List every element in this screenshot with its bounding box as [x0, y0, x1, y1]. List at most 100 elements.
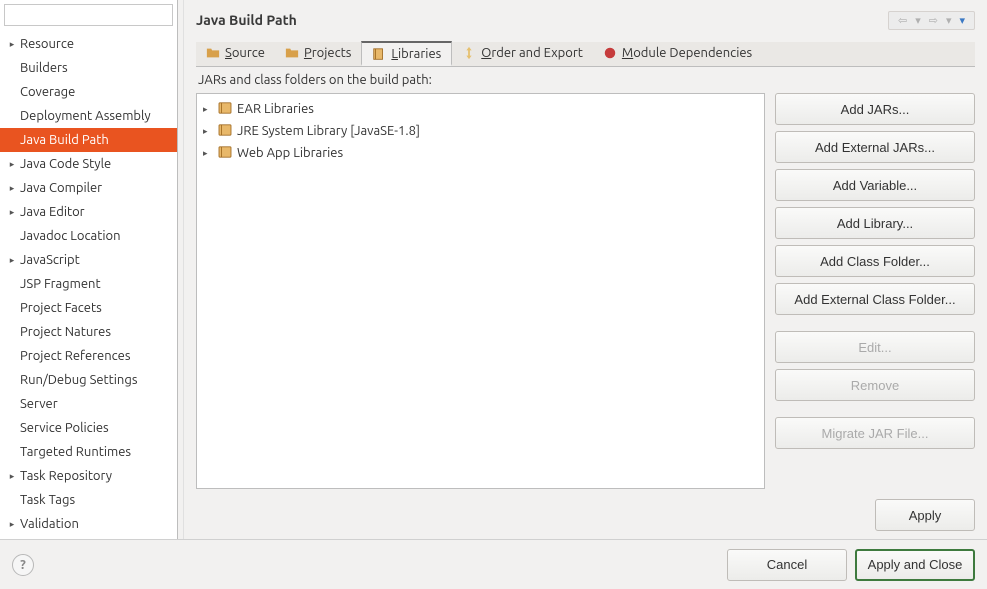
library-item[interactable]: ▸ EAR Libraries [199, 98, 762, 120]
expand-arrow-icon[interactable]: ▸ [6, 471, 18, 482]
sidebar-item-validation[interactable]: ▸Validation [0, 512, 177, 536]
sidebar-item-label: Deployment Assembly [20, 109, 151, 123]
sidebar-item-project-natures[interactable]: Project Natures [0, 320, 177, 344]
expand-arrow-icon[interactable]: ▸ [6, 183, 18, 194]
libraries-tree[interactable]: ▸ EAR Libraries ▸JRE System Library [JavaS… [196, 93, 765, 489]
sidebar-item-label: Run/Debug Settings [20, 373, 137, 387]
sidebar-item-label: Validation [20, 517, 79, 531]
expand-arrow-icon[interactable]: ▸ [6, 207, 18, 218]
sidebar-item-label: Task Tags [20, 493, 75, 507]
sidebar-item-targeted-runtimes[interactable]: Targeted Runtimes [0, 440, 177, 464]
sidebar-item-label: Server [20, 397, 58, 411]
sidebar-item-label: Java Build Path [20, 133, 109, 147]
sidebar-item-service-policies[interactable]: Service Policies [0, 416, 177, 440]
sidebar-item-label: Builders [20, 61, 68, 75]
button-column: Add JARs... Add External JARs... Add Var… [775, 93, 975, 489]
expand-arrow-icon[interactable]: ▸ [203, 126, 213, 137]
library-icon [217, 146, 233, 161]
apply-button[interactable]: Apply [875, 499, 975, 531]
add-external-class-folder-button[interactable]: Add External Class Folder... [775, 283, 975, 315]
sidebar-item-resource[interactable]: ▸Resource [0, 32, 177, 56]
sidebar-item-builders[interactable]: Builders [0, 56, 177, 80]
back-icon[interactable]: ⇦ [895, 14, 910, 27]
main-area: Java Build Path ⇦ ▾ ⇨ ▾ ▾ Source Projects… [184, 0, 987, 539]
add-variable-button[interactable]: Add Variable... [775, 169, 975, 201]
sidebar-item-label: Project References [20, 349, 130, 363]
library-label: Web App Libraries [237, 146, 343, 160]
preference-tree[interactable]: ▸ResourceBuildersCoverageDeployment Asse… [0, 30, 177, 539]
expand-arrow-icon[interactable]: ▸ [6, 39, 18, 50]
red-icon [603, 46, 617, 60]
arrows-icon [462, 46, 476, 60]
tab-bar: Source Projects Libraries Order and Export M… [196, 42, 975, 67]
sidebar-item-label: JSP Fragment [20, 277, 101, 291]
tab-label: Order and Export [481, 46, 583, 60]
tab-label: Libraries [391, 47, 441, 61]
sidebar-item-label: Targeted Runtimes [20, 445, 131, 459]
sidebar-item-label: Java Compiler [20, 181, 102, 195]
expand-arrow-icon[interactable]: ▸ [6, 519, 18, 530]
sidebar-item-label: Javadoc Location [20, 229, 121, 243]
sidebar-item-task-tags[interactable]: Task Tags [0, 488, 177, 512]
expand-arrow-icon[interactable]: ▸ [6, 159, 18, 170]
tab-label: Source [225, 46, 265, 60]
tab-projects[interactable]: Projects [275, 42, 361, 66]
sidebar-item-server[interactable]: Server [0, 392, 177, 416]
sidebar-item-label: Service Policies [20, 421, 109, 435]
sidebar-item-label: Resource [20, 37, 74, 51]
page-title: Java Build Path [196, 12, 888, 28]
add-library-button[interactable]: Add Library... [775, 207, 975, 239]
sidebar-item-javascript[interactable]: ▸JavaScript [0, 248, 177, 272]
forward-menu-icon[interactable]: ▾ [943, 14, 955, 27]
sidebar-item-jsp-fragment[interactable]: JSP Fragment [0, 272, 177, 296]
sidebar-item-java-build-path[interactable]: Java Build Path [0, 128, 177, 152]
sidebar-item-project-references[interactable]: Project References [0, 344, 177, 368]
sidebar-item-label: Project Facets [20, 301, 102, 315]
expand-arrow-icon[interactable]: ▸ [6, 255, 18, 266]
remove-button[interactable]: Remove [775, 369, 975, 401]
sidebar-item-label: Java Code Style [20, 157, 111, 171]
add-jars-button[interactable]: Add JARs... [775, 93, 975, 125]
add-class-folder-button[interactable]: Add Class Folder... [775, 245, 975, 277]
tab-libraries[interactable]: Libraries [361, 41, 452, 66]
library-icon [217, 102, 233, 117]
library-item[interactable]: ▸JRE System Library [JavaSE-1.8] [199, 120, 762, 142]
sidebar-item-java-editor[interactable]: ▸Java Editor [0, 200, 177, 224]
tab-label: Module Dependencies [622, 46, 752, 60]
folder-icon [206, 46, 220, 60]
apply-and-close-button[interactable]: Apply and Close [855, 549, 975, 581]
sidebar-item-run-debug-settings[interactable]: Run/Debug Settings [0, 368, 177, 392]
filter-input[interactable] [4, 4, 173, 26]
folder-icon [285, 46, 299, 60]
sidebar-item-java-code-style[interactable]: ▸Java Code Style [0, 152, 177, 176]
edit-button[interactable]: Edit... [775, 331, 975, 363]
sidebar-item-deployment-assembly[interactable]: Deployment Assembly [0, 104, 177, 128]
tab-source[interactable]: Source [196, 42, 275, 66]
sidebar-item-task-repository[interactable]: ▸Task Repository [0, 464, 177, 488]
forward-icon[interactable]: ⇨ [926, 14, 941, 27]
sidebar-item-java-compiler[interactable]: ▸Java Compiler [0, 176, 177, 200]
expand-arrow-icon[interactable]: ▸ [203, 148, 213, 159]
help-icon[interactable]: ? [12, 554, 34, 576]
migrate-button[interactable]: Migrate JAR File... [775, 417, 975, 449]
sidebar-item-label: Project Natures [20, 325, 111, 339]
tab-label: Projects [304, 46, 351, 60]
sidebar-item-project-facets[interactable]: Project Facets [0, 296, 177, 320]
tab-module-dependencies[interactable]: Module Dependencies [593, 42, 762, 66]
library-label: EAR Libraries [237, 102, 314, 116]
sidebar-item-label: JavaScript [20, 253, 80, 267]
tab-order-and-export[interactable]: Order and Export [452, 42, 593, 66]
dropdown-menu-icon[interactable]: ▾ [956, 14, 968, 27]
sidebar-item-javadoc-location[interactable]: Javadoc Location [0, 224, 177, 248]
description-label: JARs and class folders on the build path… [196, 67, 975, 93]
footer: ? Cancel Apply and Close [0, 539, 987, 589]
expand-arrow-icon[interactable]: ▸ [203, 104, 213, 115]
book-icon [372, 47, 386, 61]
nav-history: ⇦ ▾ ⇨ ▾ ▾ [888, 11, 975, 30]
back-menu-icon[interactable]: ▾ [912, 14, 924, 27]
sidebar-item-coverage[interactable]: Coverage [0, 80, 177, 104]
library-item[interactable]: ▸ Web App Libraries [199, 142, 762, 164]
sidebar-item-label: Coverage [20, 85, 75, 99]
cancel-button[interactable]: Cancel [727, 549, 847, 581]
add-external-jars-button[interactable]: Add External JARs... [775, 131, 975, 163]
